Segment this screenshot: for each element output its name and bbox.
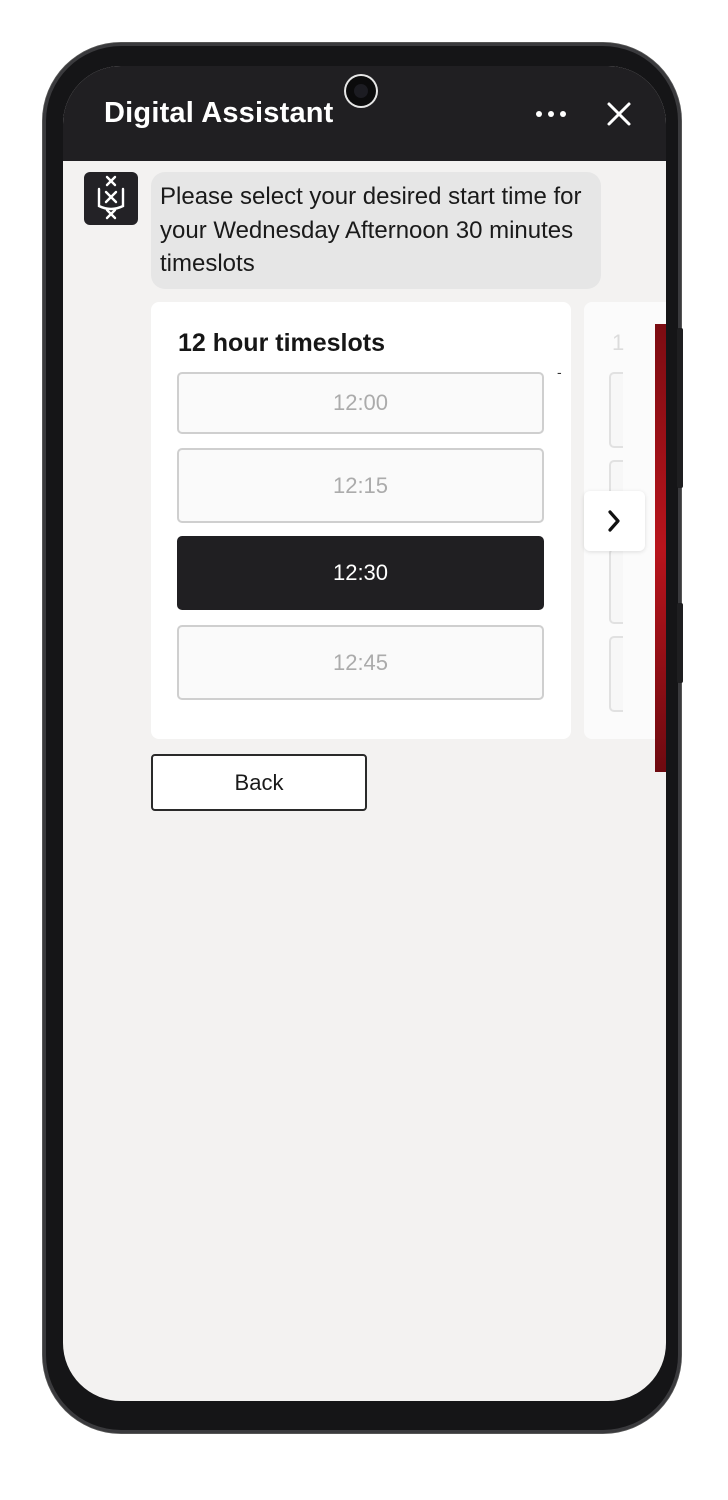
next-card-title: 1: [612, 330, 625, 355]
timeslot-option[interactable]: 12:45: [177, 625, 544, 700]
timeslot-option-selected[interactable]: 12:30: [177, 536, 544, 610]
timeslot-label: 12:15: [332, 473, 389, 498]
timeslot-option[interactable]: 12:15: [177, 448, 544, 523]
chevron-right-icon: [608, 510, 620, 532]
university-logo-icon: [84, 172, 138, 225]
ghost-slot: [609, 636, 623, 712]
timeslot-label: 12:30: [332, 560, 389, 585]
timeslot-card: 12 hour timeslots - 12:00 12:15 12:30 12…: [151, 302, 571, 739]
timeslot-label: 12:45: [332, 650, 389, 675]
ghost-slot: [609, 372, 623, 448]
back-button[interactable]: Back: [151, 754, 367, 811]
bot-message-bubble: Please select your desired start time fo…: [151, 172, 601, 289]
separator-text: -: [557, 364, 562, 380]
carousel-next-button[interactable]: [584, 491, 645, 551]
page-title: Digital Assistant: [104, 97, 334, 129]
front-camera: [346, 76, 376, 106]
volume-button: [677, 603, 683, 683]
background-image-strip: [655, 324, 666, 772]
bot-message-text: Please select your desired start time fo…: [160, 183, 582, 277]
app-screen: Digital Assistant Please select your des…: [63, 66, 666, 1401]
close-icon[interactable]: [601, 96, 637, 132]
power-button: [677, 328, 683, 488]
timeslot-option[interactable]: 12:00: [177, 372, 544, 434]
timeslot-card-title: 12 hour timeslots: [178, 329, 385, 357]
ghost-slot: [609, 548, 623, 624]
more-horizontal-icon[interactable]: [531, 96, 571, 132]
timeslot-label: 12:00: [332, 390, 389, 415]
